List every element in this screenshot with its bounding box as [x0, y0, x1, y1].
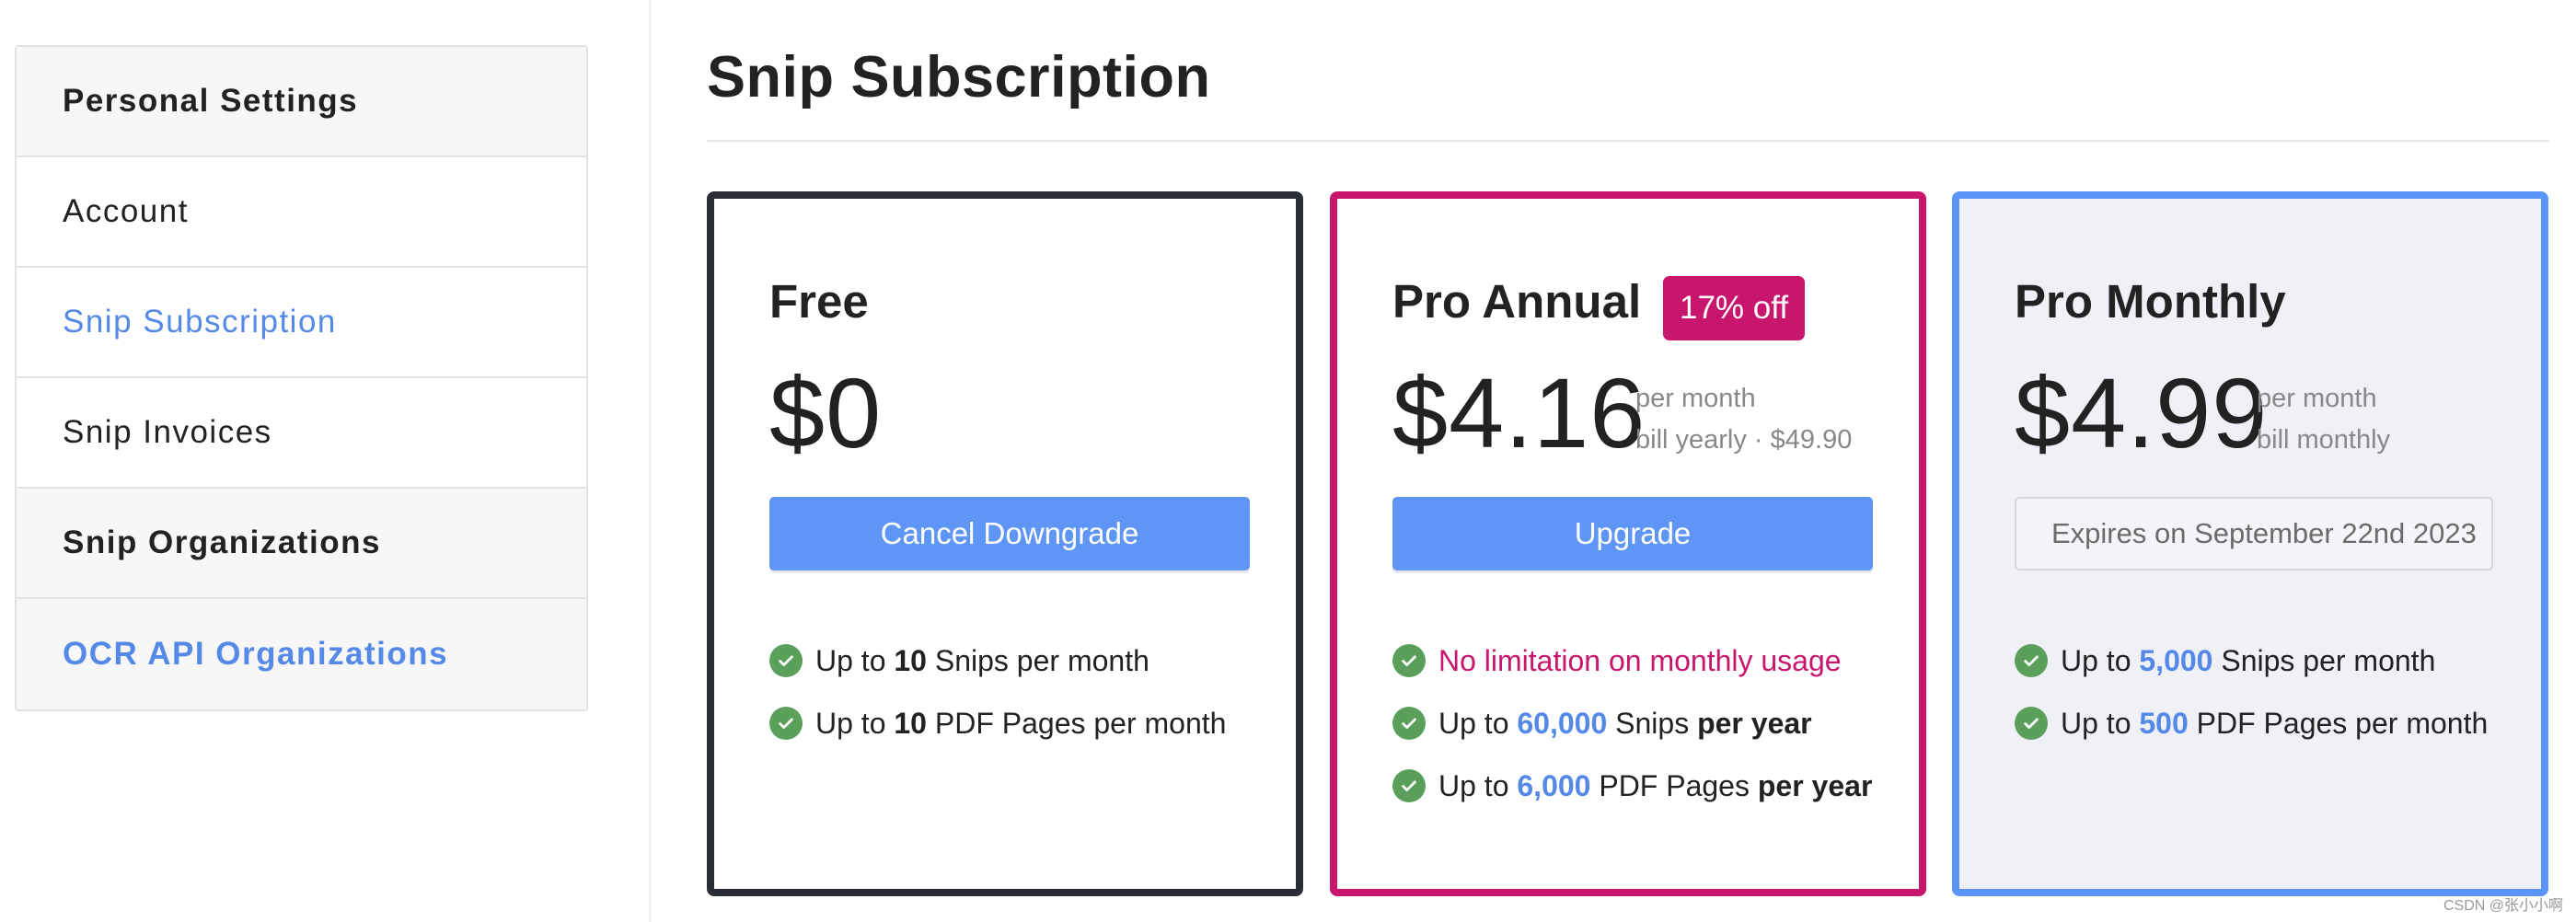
feature-quantity: 10	[894, 643, 927, 677]
plan-name: Free	[769, 275, 869, 328]
watermark: CSDN @张小小啊	[2443, 898, 2563, 914]
plan-name: Pro Annual	[1392, 275, 1642, 328]
plan-price: $0	[769, 357, 883, 468]
feature-text-prefix: Up to	[815, 643, 895, 677]
plan-name: Pro Monthly	[2015, 275, 2286, 328]
feature-text-prefix: Up to	[1438, 768, 1518, 802]
feature-text-prefix: Up to	[1438, 706, 1518, 740]
feature-text: No limitation on monthly usage	[1438, 643, 1842, 677]
feature-text-middle: PDF Pages	[1590, 768, 1758, 802]
page-title: Snip Subscription	[707, 45, 1211, 109]
check-circle-icon	[1392, 644, 1426, 677]
plan-card-free: Free $0 Cancel Downgrade Up to 10 Snips …	[707, 191, 1303, 896]
price-note-period: per month	[1635, 384, 1756, 413]
feature-item: Up to 500 PDF Pages per month	[2015, 692, 2488, 755]
feature-text-prefix: Up to	[2061, 706, 2140, 740]
price-note: per month bill monthly	[2257, 378, 2390, 461]
feature-item: Up to 6,000 PDF Pages per year	[1392, 755, 1872, 817]
sidebar-item-snip-subscription[interactable]: Snip Subscription	[17, 268, 586, 378]
price-note-billing: bill yearly · $49.90	[1635, 425, 1853, 455]
check-circle-icon	[769, 707, 803, 740]
feature-list: Up to 5,000 Snips per month Up to 500 PD…	[2015, 629, 2488, 755]
plan-card-pro-monthly: Pro Monthly $4.99 per month bill monthly…	[1952, 191, 2548, 896]
sidebar-item-account[interactable]: Account	[17, 157, 586, 268]
sidebar-item-ocr-api-organizations[interactable]: OCR API Organizations	[17, 599, 586, 709]
feature-item: Up to 60,000 Snips per year	[1392, 692, 1872, 755]
feature-item: Up to 10 Snips per month	[769, 629, 1226, 692]
price-note: per month bill yearly · $49.90	[1635, 378, 1852, 461]
price-note-period: per month	[2257, 384, 2377, 413]
feature-text-suffix: PDF Pages per month	[2188, 706, 2489, 740]
upgrade-button[interactable]: Upgrade	[1392, 497, 1873, 570]
sidebar-item-snip-organizations[interactable]: Snip Organizations	[17, 489, 586, 599]
feature-item: Up to 10 PDF Pages per month	[769, 692, 1226, 755]
sidebar-item-snip-invoices[interactable]: Snip Invoices	[17, 378, 586, 489]
feature-quantity: 6,000	[1517, 768, 1591, 802]
feature-list: Up to 10 Snips per month Up to 10 PDF Pa…	[769, 629, 1226, 755]
feature-text-suffix: Snips per month	[2212, 643, 2436, 677]
expiry-status-button: Expires on September 22nd 2023	[2015, 497, 2493, 570]
feature-period: per year	[1697, 706, 1812, 740]
settings-sidebar: Personal Settings Account Snip Subscript…	[15, 45, 588, 711]
feature-text-prefix: Up to	[2061, 643, 2140, 677]
plan-price: $4.16	[1392, 357, 1646, 468]
feature-item: Up to 5,000 Snips per month	[2015, 629, 2488, 692]
discount-badge: 17% off	[1663, 276, 1806, 340]
feature-text-prefix: Up to	[815, 706, 895, 740]
cancel-downgrade-button[interactable]: Cancel Downgrade	[769, 497, 1250, 570]
feature-text-suffix: PDF Pages per month	[926, 706, 1227, 740]
feature-period: per year	[1757, 768, 1873, 802]
feature-list: No limitation on monthly usage Up to 60,…	[1392, 629, 1872, 817]
feature-quantity: 500	[2139, 706, 2189, 740]
feature-quantity: 60,000	[1517, 706, 1608, 740]
feature-quantity: 10	[894, 706, 927, 740]
sidebar-header-personal-settings: Personal Settings	[17, 47, 586, 157]
check-circle-icon	[1392, 769, 1426, 802]
plan-card-pro-annual: Pro Annual 17% off $4.16 per month bill …	[1330, 191, 1926, 896]
check-circle-icon	[769, 644, 803, 677]
check-circle-icon	[1392, 707, 1426, 740]
price-note-billing: bill monthly	[2257, 425, 2391, 455]
plan-price: $4.99	[2015, 357, 2269, 468]
check-circle-icon	[2015, 707, 2048, 740]
vertical-divider	[649, 0, 651, 922]
feature-text-middle: Snips	[1607, 706, 1698, 740]
feature-text-suffix: Snips per month	[926, 643, 1149, 677]
feature-item: No limitation on monthly usage	[1392, 629, 1872, 692]
feature-quantity: 5,000	[2139, 643, 2213, 677]
check-circle-icon	[2015, 644, 2048, 677]
title-divider	[707, 140, 2549, 142]
